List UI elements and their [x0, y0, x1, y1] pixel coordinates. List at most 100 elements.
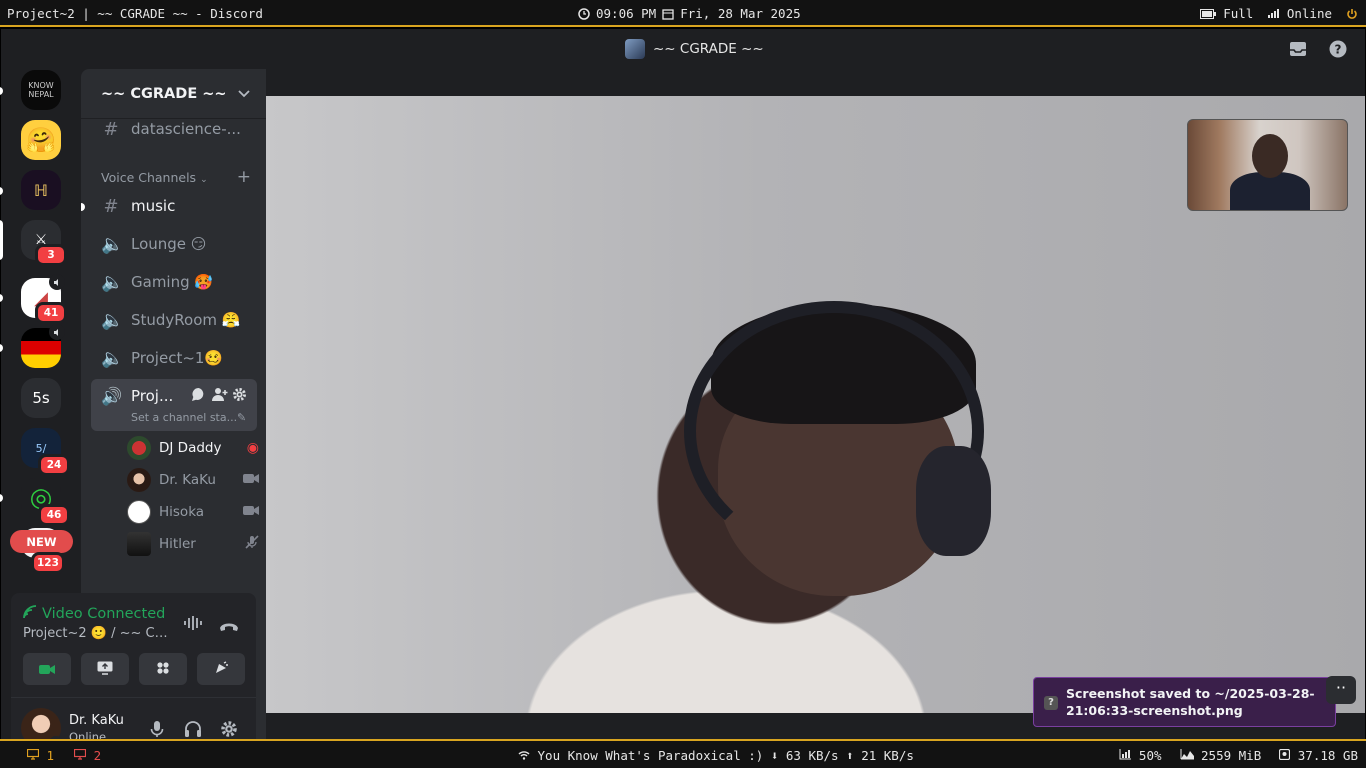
- pencil-icon[interactable]: ✎: [237, 411, 246, 424]
- server-icon-hugging-face[interactable]: 🤗: [21, 120, 61, 160]
- svg-text:?: ?: [1335, 43, 1342, 57]
- stream-live-icon: ◉: [246, 440, 259, 456]
- inbox-icon[interactable]: [1289, 40, 1307, 58]
- muted-mic-icon: [245, 535, 259, 553]
- clock-icon: [578, 7, 590, 20]
- noise-suppression-icon[interactable]: [183, 615, 203, 635]
- download-rate: 63 KB/s: [785, 748, 839, 763]
- channel-datascience[interactable]: # datascience-...: [91, 111, 257, 147]
- avatar: [127, 500, 151, 524]
- mention-badge: 123: [31, 552, 65, 574]
- username[interactable]: Dr. KaKu: [69, 713, 124, 728]
- video-camera-icon: [243, 472, 259, 488]
- category-voice-channels[interactable]: Voice Channels ⌄ +: [101, 167, 251, 187]
- screen-share-button[interactable]: [81, 653, 129, 685]
- window-title: Project~2 | ~~ CGRADE ~~ - Discord: [7, 6, 263, 21]
- selected-pill: [0, 220, 3, 260]
- battery-label: Full: [1223, 6, 1254, 21]
- unread-pill: [0, 344, 3, 352]
- hashtag-icon: #: [103, 118, 119, 140]
- discord-titlebar: ~~ CGRADE ~~ ?: [1, 29, 1365, 69]
- network-widget[interactable]: Online: [1267, 6, 1332, 21]
- server-icon-3[interactable]: ℍ: [21, 170, 61, 210]
- screenshot-notification[interactable]: ? Screenshot saved to ~/2025-03-28-21:06…: [1033, 677, 1336, 727]
- battery-widget[interactable]: Full: [1199, 6, 1254, 21]
- channel-lounge[interactable]: 🔈 Lounge 😏: [91, 227, 257, 261]
- participant-headphone-cup: [916, 446, 991, 556]
- workspace-1[interactable]: 1: [26, 748, 55, 763]
- channel-studyroom[interactable]: 🔈 StudyRoom 😤: [91, 303, 257, 337]
- server-icon-5s[interactable]: 5s: [21, 378, 61, 418]
- disconnect-icon[interactable]: [219, 617, 239, 636]
- voice-user-name: Hisoka: [159, 504, 205, 520]
- unread-pill: [0, 187, 3, 195]
- system-top-bar: Project~2 | ~~ CGRADE ~~ - Discord 09:06…: [0, 0, 1366, 27]
- speaker-icon: 🔈: [101, 309, 124, 331]
- voice-channel-path[interactable]: Project~2 🙂 / ~~ CG...: [23, 626, 168, 641]
- system-bottom-bar: 1 2 You Know What's Paradoxical :) ⬇ 63 …: [0, 739, 1366, 768]
- signal-icon: [23, 605, 37, 623]
- gear-icon[interactable]: [232, 387, 247, 406]
- upload-icon: ⬆: [846, 748, 854, 763]
- server-icon-germany[interactable]: [21, 324, 65, 368]
- cpu-widget[interactable]: 50%: [1119, 748, 1162, 763]
- clock-widget[interactable]: 09:06 PM Fri, 28 Mar 2025: [578, 6, 801, 21]
- question-icon: ?: [1044, 696, 1058, 710]
- chevron-down-icon: ⌄: [200, 174, 208, 185]
- workspace-1-label: 1: [46, 748, 55, 763]
- download-icon: ⬇: [770, 748, 779, 763]
- add-channel-icon[interactable]: +: [237, 167, 251, 187]
- server-icon-5[interactable]: ◢ 41: [21, 274, 67, 324]
- power-icon[interactable]: [1346, 8, 1358, 20]
- channel-gaming[interactable]: 🔈 Gaming 🥵: [91, 265, 257, 299]
- self-video-preview[interactable]: [1187, 119, 1348, 211]
- screen-share-icon: [97, 660, 113, 679]
- voice-user-dj-daddy[interactable]: DJ Daddy ◉: [127, 434, 259, 462]
- channel-status-placeholder[interactable]: Set a channel sta...: [131, 411, 237, 424]
- workspace-2[interactable]: 2: [73, 748, 102, 763]
- voice-user-dr-kaku[interactable]: Dr. KaKu: [127, 466, 259, 494]
- speaker-icon: 🔊: [101, 387, 123, 407]
- server-icon-know-nepal[interactable]: KNOW NEPAL: [21, 70, 61, 110]
- notification-text: Screenshot saved to ~/2025-03-28-21:06:3…: [1066, 686, 1315, 718]
- mention-badge: 46: [38, 504, 70, 526]
- network-label: Online: [1286, 6, 1332, 21]
- channel-music[interactable]: # music: [91, 189, 257, 223]
- voice-status[interactable]: Video Connected: [23, 605, 165, 623]
- camera-button[interactable]: [23, 653, 71, 685]
- help-icon[interactable]: ?: [1329, 40, 1347, 58]
- unread-pill: [0, 494, 3, 502]
- server-icon-folder[interactable]: ⚔ 3: [21, 220, 67, 266]
- voice-user-hitler[interactable]: Hitler: [127, 530, 259, 558]
- cpu-usage: 50%: [1138, 748, 1162, 763]
- channel-label: Project~1🥴: [131, 349, 224, 367]
- voice-user-hisoka[interactable]: Hisoka: [127, 498, 259, 526]
- video-camera-icon: [39, 660, 55, 679]
- channel-project-1[interactable]: 🔈 Project~1🥴: [91, 341, 257, 375]
- disk-widget[interactable]: 37.18 GB: [1279, 748, 1358, 763]
- new-badge: NEW: [10, 530, 73, 553]
- channel-project-2-selected[interactable]: 🔊 Proj... Set a channel sta... ✎: [91, 379, 257, 431]
- video-camera-icon: [243, 504, 259, 520]
- activities-button[interactable]: [139, 653, 187, 685]
- soundboard-button[interactable]: [197, 653, 245, 685]
- network-widget[interactable]: You Know What's Paradoxical :) ⬇ 63 KB/s…: [518, 748, 914, 763]
- workspace-2-label: 2: [93, 748, 102, 763]
- mention-badge: 41: [35, 302, 67, 324]
- activities-icon: [156, 660, 170, 679]
- disk-icon: [1279, 748, 1298, 763]
- date-text: Fri, 28 Mar 2025: [680, 6, 801, 21]
- chat-icon[interactable]: [191, 387, 206, 406]
- more-options-button[interactable]: ··: [1326, 676, 1356, 704]
- unread-pill: [0, 87, 3, 95]
- wifi-icon: [518, 748, 538, 763]
- titlebar-server-name: ~~ CGRADE ~~: [653, 41, 764, 57]
- hashtag-icon: #: [103, 195, 119, 217]
- memory-widget[interactable]: 2559 MiB: [1180, 748, 1261, 763]
- category-label: Voice Channels: [101, 169, 197, 185]
- monitor-icon: [73, 748, 94, 763]
- voice-user-name: Hitler: [159, 536, 196, 552]
- invite-icon[interactable]: [212, 387, 228, 406]
- server-thumbnail: [625, 39, 645, 59]
- soundboard-icon: [213, 660, 229, 679]
